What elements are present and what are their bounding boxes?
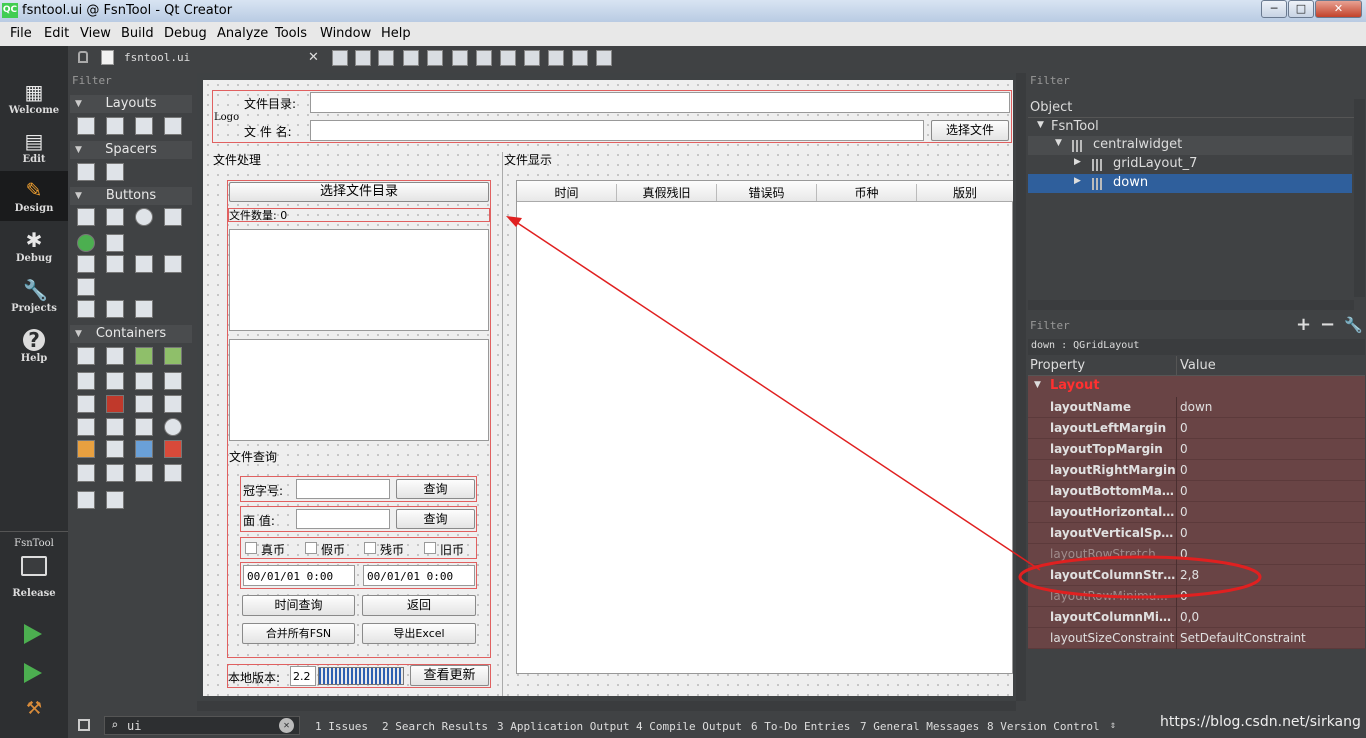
annotation-ellipse: [1018, 555, 1262, 599]
arrow-head-icon: [506, 216, 522, 227]
annotation-arrow: [509, 217, 1041, 571]
annotation-overlay: [506, 216, 1262, 599]
